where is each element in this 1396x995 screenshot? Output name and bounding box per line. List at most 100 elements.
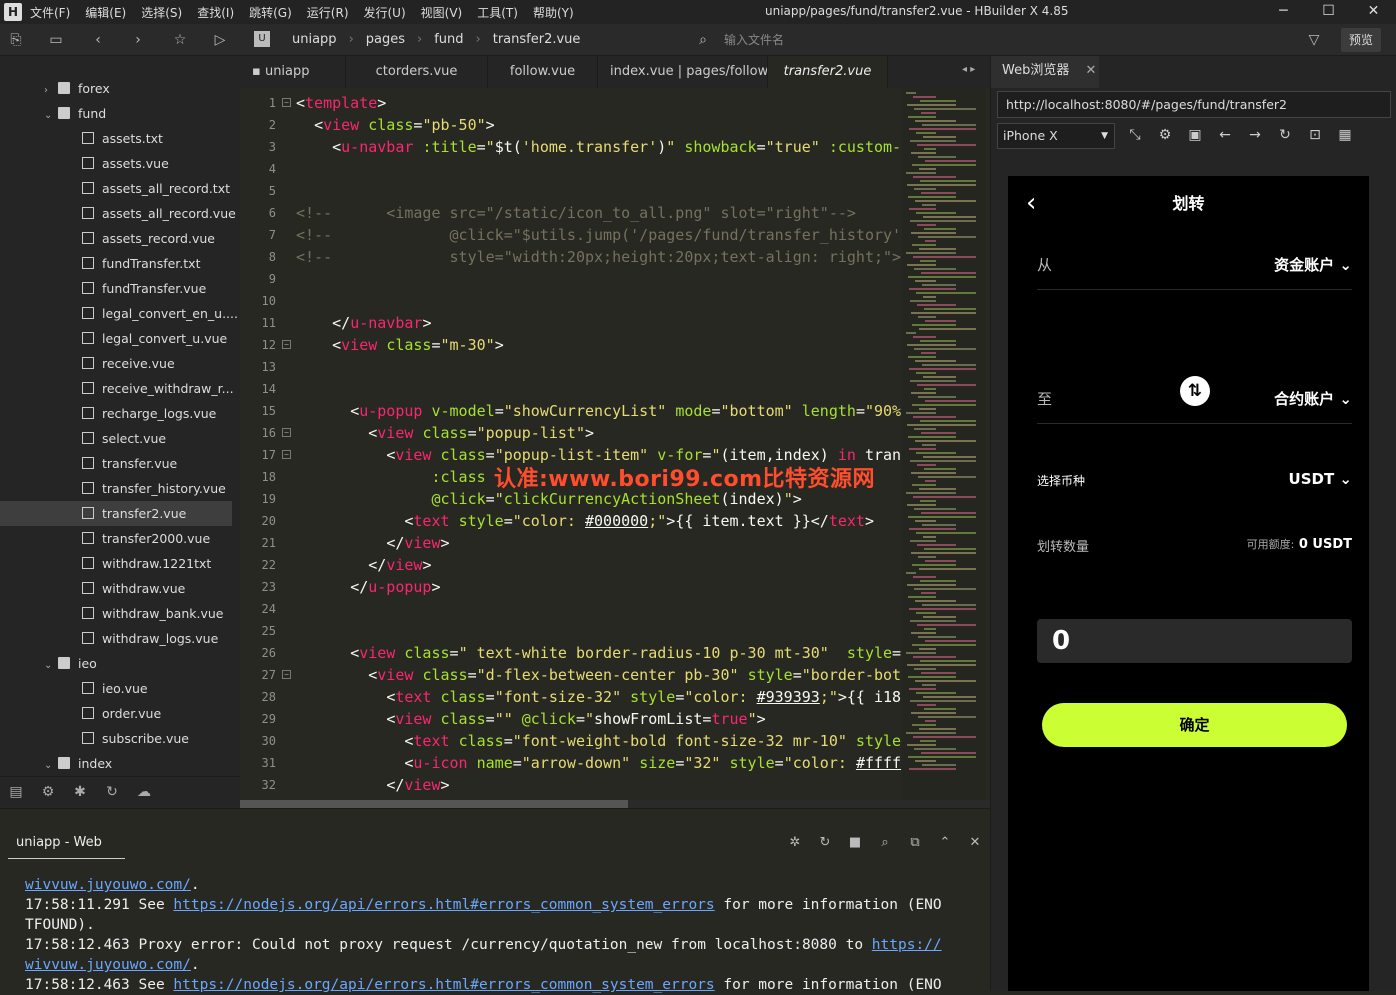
tree-item[interactable]: transfer2.vue — [0, 501, 232, 526]
breadcrumb-item[interactable]: pages — [366, 32, 405, 47]
refresh-icon[interactable]: ↻ — [1275, 127, 1295, 143]
tree-item[interactable]: assets_record.vue — [0, 226, 232, 251]
minimap[interactable] — [902, 88, 986, 800]
console-link[interactable]: https:// — [872, 937, 942, 953]
tree-item[interactable]: legal_convert_u.vue — [0, 326, 232, 351]
breadcrumb-item[interactable]: fund — [434, 32, 463, 47]
tree-item[interactable]: receive_withdraw_r... — [0, 376, 234, 401]
code-line[interactable]: 2 <view class="pb-50"> — [240, 114, 902, 136]
currency-row[interactable]: 选择币种 USDT ⌄ — [1037, 470, 1352, 500]
settings-gear-icon[interactable]: ⚙ — [1155, 127, 1175, 143]
menu-item[interactable]: 运行(R) — [307, 4, 349, 21]
browser-forward-icon[interactable]: → — [1245, 127, 1265, 143]
sync-icon[interactable]: ↻ — [96, 784, 128, 800]
bug-icon[interactable]: ✲ — [780, 835, 810, 850]
tree-item[interactable]: recharge_logs.vue — [0, 401, 232, 426]
editor-tab[interactable]: ▪ uniapp — [240, 56, 346, 88]
tree-item[interactable]: receive.vue — [0, 351, 232, 376]
tree-item[interactable]: transfer2000.vue — [0, 526, 232, 551]
code-line[interactable]: 26 <view class=" text-white border-radiu… — [240, 642, 902, 664]
code-line[interactable]: 30 <text class="font-weight-bold font-si… — [240, 730, 902, 752]
code-line[interactable]: 23 </u-popup> — [240, 576, 902, 598]
minimize-icon[interactable]: ─ — [1261, 0, 1306, 24]
tree-item[interactable]: assets.txt — [0, 126, 232, 151]
device-select[interactable]: iPhone X ▼ — [997, 123, 1115, 149]
lock-icon[interactable]: ⊡ — [1305, 127, 1325, 143]
devtools-icon[interactable]: ▣ — [1185, 127, 1205, 143]
tab-scroll-icon[interactable]: ◂ ▸ — [962, 64, 975, 75]
tree-item[interactable]: transfer_history.vue — [0, 476, 232, 501]
code-line[interactable]: 5 — [240, 180, 902, 202]
code-line[interactable]: 9 — [240, 268, 902, 290]
code-line[interactable]: 13 — [240, 356, 902, 378]
tree-item[interactable]: select.vue — [0, 426, 232, 451]
code-line[interactable]: 7 <!-- @click="$utils.jump('/pages/fund/t… — [240, 224, 902, 246]
tree-item[interactable]: withdraw_logs.vue — [0, 626, 232, 651]
code-line[interactable]: 3 <u-navbar :title="$t('home.transfer')"… — [240, 136, 902, 158]
tree-item[interactable]: withdraw.vue — [0, 576, 232, 601]
tree-item[interactable]: legal_convert_en_u.... — [0, 301, 238, 326]
forward-icon[interactable]: › — [129, 31, 147, 49]
code-line[interactable]: 8 <!-- style="width:20px;height:20px;text… — [240, 246, 902, 268]
cloud-icon[interactable]: ☁ — [128, 784, 160, 800]
breadcrumb-item[interactable]: uniapp — [292, 32, 337, 47]
tree-item[interactable]: transfer.vue — [0, 451, 232, 476]
restart-icon[interactable]: ↻ — [810, 835, 840, 850]
tree-item[interactable]: fundTransfer.txt — [0, 251, 232, 276]
chevron-right-icon[interactable]: › — [44, 78, 58, 103]
maximize-icon[interactable]: ☐ — [1306, 0, 1351, 24]
scroll-thumb[interactable] — [240, 800, 628, 808]
code-line[interactable]: 16− <view class="popup-list"> — [240, 422, 902, 444]
menu-item[interactable]: 工具(T) — [477, 4, 518, 21]
chevron-down-icon[interactable]: ⌄ — [44, 653, 58, 678]
code-line[interactable]: 1− <template> — [240, 92, 902, 114]
fold-icon[interactable]: − — [282, 428, 291, 437]
screenshot-icon[interactable]: ⤡ — [1125, 127, 1145, 143]
console-tab[interactable]: uniapp - Web — [8, 835, 125, 859]
tree-item[interactable]: ⌄ ieo — [44, 651, 240, 676]
browser-tab[interactable]: Web浏览器 ✕ — [991, 56, 1099, 88]
save-icon[interactable]: ▭ — [47, 31, 65, 49]
code-line[interactable]: 32 </view> — [240, 774, 902, 796]
code-line[interactable]: 10 — [240, 290, 902, 312]
code-line[interactable]: 31 <u-icon name="arrow-down" size="32" s… — [240, 752, 902, 774]
tree-item[interactable]: › forex — [44, 76, 240, 101]
tree-item[interactable]: withdraw.1221txt — [0, 551, 232, 576]
fold-icon[interactable]: − — [282, 340, 291, 349]
file-search-input[interactable]: ⌕ 输入文件名 — [694, 29, 1294, 51]
code-line[interactable]: 11 </u-navbar> — [240, 312, 902, 334]
breadcrumb-item[interactable]: transfer2.vue — [493, 32, 581, 47]
menu-item[interactable]: 查找(I) — [197, 4, 234, 21]
debug-icon[interactable]: ✱ — [64, 784, 96, 800]
editor-tab[interactable]: index.vue | pages/follow — [598, 56, 768, 88]
editor-tab[interactable]: transfer2.vue — [768, 56, 888, 88]
chevron-down-icon[interactable]: ⌄ — [44, 103, 58, 128]
tree-item[interactable]: assets_all_record.vue — [0, 201, 236, 226]
amount-input[interactable]: 0 — [1037, 619, 1352, 663]
code-line[interactable]: 28 <text class="font-size-32" style="col… — [240, 686, 902, 708]
run-icon[interactable]: ▷ — [211, 31, 229, 49]
from-account-row[interactable]: 从 资金账户 ⌄ — [1037, 254, 1352, 284]
code-line[interactable]: 4 — [240, 158, 902, 180]
back-icon[interactable]: ‹ — [89, 31, 107, 49]
tree-item[interactable]: subscribe.vue — [0, 726, 232, 751]
menu-item[interactable]: 文件(F) — [30, 4, 70, 21]
editor-horizontal-scrollbar[interactable] — [240, 800, 990, 808]
project-manager-icon[interactable]: ▤ — [0, 784, 32, 800]
plugin-icon[interactable]: ⚙ — [32, 784, 64, 800]
tree-item[interactable]: assets.vue — [0, 151, 232, 176]
code-line[interactable]: 20 <text style="color: #000000;">{{ item… — [240, 510, 902, 532]
tree-item[interactable]: ⌄ index — [44, 751, 240, 776]
confirm-button[interactable]: 确定 — [1042, 703, 1347, 747]
to-account-row[interactable]: 至 合约账户 ⌄ — [1037, 388, 1352, 418]
tree-item[interactable]: ieo.vue — [0, 676, 232, 701]
code-line[interactable]: 21 </view> — [240, 532, 902, 554]
menu-item[interactable]: 视图(V) — [421, 4, 463, 21]
close-icon[interactable]: ✕ — [1351, 0, 1396, 24]
collapse-icon[interactable]: ⌃ — [930, 835, 960, 850]
search-log-icon[interactable]: ⌕ — [870, 835, 900, 850]
open-external-icon[interactable]: ⧉ — [900, 835, 930, 850]
menu-item[interactable]: 编辑(E) — [85, 4, 126, 21]
fold-icon[interactable]: − — [282, 670, 291, 679]
new-file-icon[interactable]: ⎘ — [7, 31, 25, 49]
